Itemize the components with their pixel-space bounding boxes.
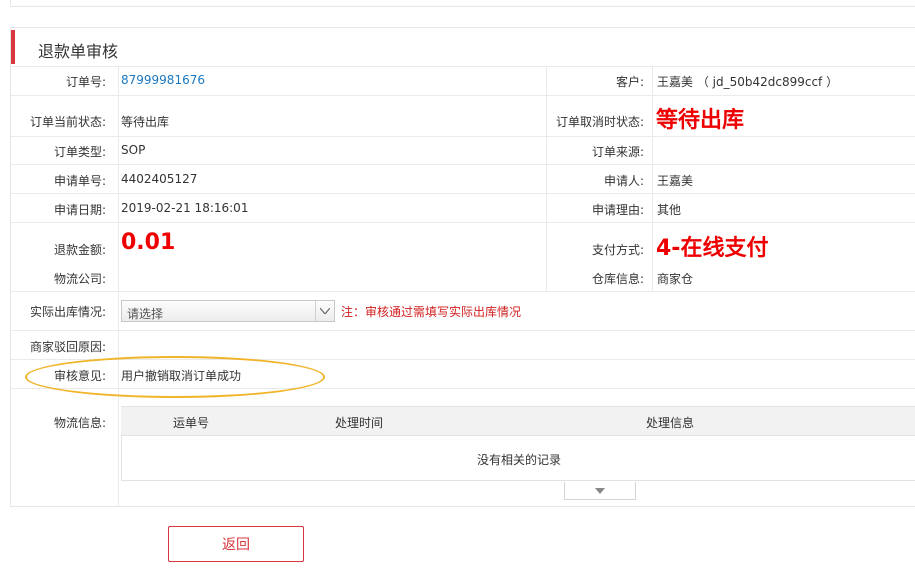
customer-label: 客户:	[615, 75, 644, 89]
order-type-value: SOP	[121, 143, 146, 157]
column-header: 处理时间	[335, 416, 384, 430]
apply-reason-value: 其他	[657, 203, 682, 217]
title-accent-bar	[11, 30, 15, 64]
warehouse-label: 仓库信息:	[591, 272, 644, 286]
empty-records-message: 没有相关的记录	[476, 453, 561, 467]
cancel-status-label: 订单取消时状态:	[555, 115, 644, 129]
logistics-table-header: 运单号 处理时间 处理信息	[121, 406, 915, 436]
top-border	[10, 0, 915, 7]
warehouse-value: 商家仓	[657, 272, 694, 286]
apply-reason-label: 申请理由:	[591, 203, 644, 217]
reject-reason-label: 商家驳回原因:	[29, 340, 106, 354]
expand-toggle-button[interactable]	[564, 482, 636, 500]
applicant-label: 申请人:	[603, 174, 644, 188]
order-no-link[interactable]: 87999981676	[121, 73, 205, 87]
refund-review-panel: 退款单审核 订单号: 87999981676 客户: 王嘉美 （ jd_50b4…	[10, 27, 915, 507]
center-column-divider	[546, 66, 547, 291]
order-source-label: 订单来源:	[591, 145, 644, 159]
apply-no-label: 申请单号:	[53, 174, 106, 188]
refund-amount-label: 退款金额:	[53, 243, 106, 257]
outbound-note: 注：审核通过需填写实际出库情况	[341, 305, 522, 319]
row-divider	[11, 330, 915, 331]
row-divider	[11, 66, 915, 67]
label-column-divider	[118, 66, 119, 506]
apply-no-value: 4402405127	[121, 172, 198, 186]
customer-value: 王嘉美 （ jd_50b42dc899ccf ）	[657, 75, 839, 89]
current-status-value: 等待出库	[121, 115, 170, 129]
select-value: 请选择	[127, 307, 164, 321]
panel-header: 退款单审核	[11, 28, 915, 66]
column-header: 处理信息	[646, 416, 695, 430]
row-divider	[11, 95, 915, 96]
refund-amount-value: 0.01	[121, 230, 176, 255]
order-type-label: 订单类型:	[53, 145, 106, 159]
row-divider	[11, 164, 915, 165]
row-divider	[11, 136, 915, 137]
current-status-label: 订单当前状态:	[29, 115, 106, 129]
page-title: 退款单审核	[38, 42, 119, 61]
back-button[interactable]: 返回	[168, 526, 304, 562]
pay-method-value: 4-在线支付	[656, 236, 769, 261]
applicant-value: 王嘉美	[657, 174, 694, 188]
apply-date-value: 2019-02-21 18:16:01	[121, 201, 249, 215]
logistics-company-label: 物流公司:	[53, 272, 106, 286]
column-header: 运单号	[173, 416, 210, 430]
cancel-status-value: 等待出库	[656, 108, 745, 133]
caret-down-icon	[595, 487, 605, 494]
row-divider	[11, 222, 915, 223]
row-divider	[11, 193, 915, 194]
chevron-down-icon[interactable]	[315, 301, 334, 321]
actual-outbound-select[interactable]: 请选择	[121, 300, 335, 322]
logistics-table-body: 没有相关的记录	[121, 436, 915, 481]
order-no-label: 订单号:	[65, 75, 106, 89]
right-label-divider	[652, 66, 653, 291]
logistics-info-label: 物流信息:	[53, 416, 106, 430]
apply-date-label: 申请日期:	[53, 203, 106, 217]
row-divider	[11, 291, 915, 292]
pay-method-label: 支付方式:	[591, 243, 644, 257]
actual-outbound-label: 实际出库情况:	[29, 305, 106, 319]
highlight-ellipse-annotation	[25, 356, 325, 398]
